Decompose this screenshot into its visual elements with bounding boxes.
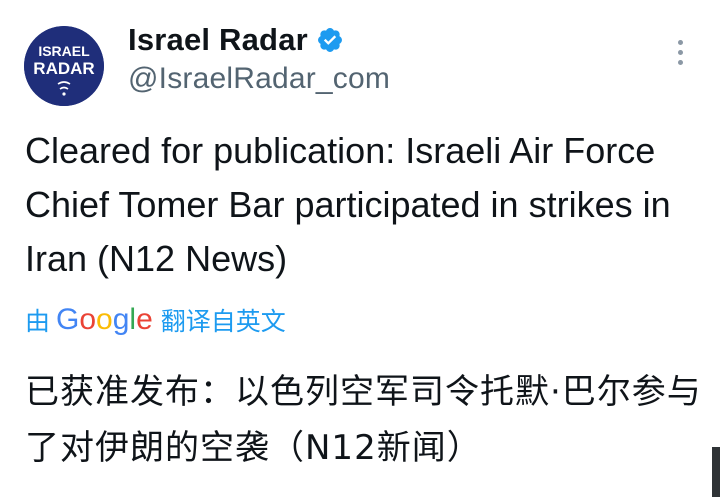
translated-text: 已获准发布：以色列空军司令托默·巴尔参与了对伊朗的空袭（N12新闻） [25, 372, 702, 468]
translate-label[interactable]: 翻译自英文 [161, 302, 286, 338]
avatar[interactable]: ISRAEL RADAR [24, 26, 104, 106]
google-logo-icon: Google [56, 303, 153, 336]
scroll-edge [712, 447, 720, 497]
avatar-line2: RADAR [33, 59, 94, 78]
translate-attribution[interactable]: 由 Google 翻译自英文 [25, 300, 286, 340]
user-handle[interactable]: @IsraelRadar_com [128, 62, 390, 96]
avatar-line1: ISRAEL [38, 43, 90, 59]
display-name-row[interactable]: Israel Radar [128, 20, 344, 60]
tweet-text: Cleared for publication: Israeli Air For… [25, 130, 671, 279]
verified-badge-icon [317, 28, 342, 52]
translate-prefix: 由 [25, 307, 51, 336]
more-options-icon[interactable] [668, 40, 692, 74]
display-name[interactable]: Israel Radar [128, 22, 308, 58]
